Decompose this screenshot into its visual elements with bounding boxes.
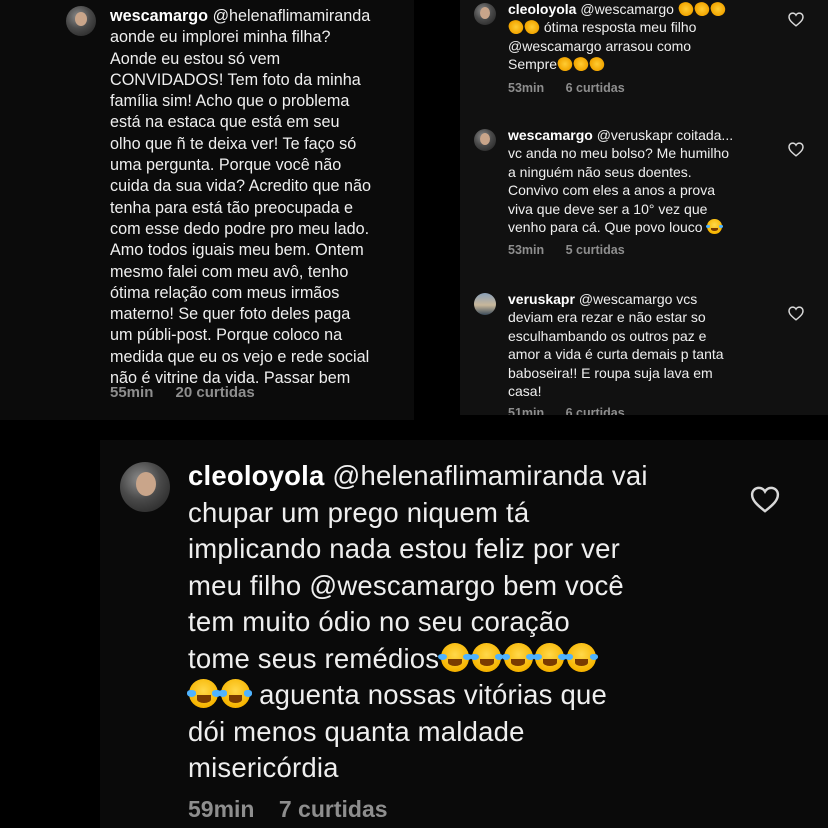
- comment-line: CONVIDADOS! Tem foto da minha: [110, 70, 361, 89]
- avatar[interactable]: [120, 462, 170, 512]
- comment-line: cuida da sua vida? Acredito que não: [110, 177, 371, 196]
- comment-panel-bottom: cleoloyola @helenaflimamiranda vai chupa…: [100, 440, 828, 828]
- like-heart-icon[interactable]: [788, 12, 804, 27]
- comment-body: cleoloyola @helenaflimamiranda vai chupa…: [187, 458, 708, 787]
- avatar[interactable]: [474, 293, 496, 315]
- comment-line: deviam era rezar e não estar so: [508, 309, 706, 326]
- comment-line[interactable]: @helenaflimamiranda: [213, 7, 371, 25]
- comment-line: ótima relação com meus irmãos: [110, 283, 340, 302]
- avatar[interactable]: [474, 129, 496, 151]
- comment-line: aguenta nossas vitórias que: [251, 679, 607, 710]
- face-with-tears-of-joy-icon: [564, 642, 599, 672]
- comment-time: 53min: [508, 243, 545, 257]
- clapping-hands-icon: [708, 0, 727, 18]
- comment-line: viva que deve ser a 10° vez que: [508, 200, 708, 217]
- face-with-tears-of-joy-icon: [706, 219, 723, 235]
- like-heart-icon[interactable]: [750, 486, 780, 513]
- comment-body: veruskapr @wescamargo vcs deviam era rez…: [508, 290, 790, 400]
- comment-line[interactable]: @helenaflimamiranda vai: [332, 460, 647, 491]
- face-with-tears-of-joy-icon: [218, 679, 253, 709]
- comment-body: cleoloyola @wescamargo ótima resposta me…: [507, 0, 790, 74]
- comment-meta: 59min 7 curtidas: [188, 796, 406, 823]
- comment-line: meu filho @wescamargo bem você: [188, 569, 624, 601]
- comment-line: com esse dedo podre pro meu lado.: [110, 219, 370, 238]
- comment-line[interactable]: @wescamargo vcs: [579, 291, 697, 307]
- clapping-hands-icon: [572, 54, 591, 73]
- comment-username[interactable]: wescamargo: [110, 7, 208, 25]
- comment-line: baboseira!! E roupa suja lava em: [508, 364, 713, 381]
- face-with-tears-of-joy-icon: [501, 642, 535, 672]
- comment-line: implicando nada estou feliz por ver: [188, 533, 620, 564]
- comment-line: misericórdia: [188, 752, 339, 783]
- comment-line: olho que ñ te deixa ver! Te faço só: [110, 134, 357, 153]
- clapping-hands-icon: [556, 54, 575, 73]
- comment-line[interactable]: @wescamargo: [580, 1, 674, 17]
- comment-line: família sim! Acho que o problema: [110, 92, 350, 111]
- comment-line: Convivo com eles a anos a prova: [508, 182, 715, 199]
- comment-likes[interactable]: 7 curtidas: [279, 796, 388, 822]
- comments-screenshot-collage: wescamargo @helenaflimamiranda aonde eu …: [0, 0, 828, 828]
- comment-username[interactable]: cleoloyola: [188, 460, 325, 491]
- comment-username[interactable]: wescamargo: [508, 127, 593, 143]
- face-with-tears-of-joy-icon: [187, 679, 221, 709]
- comment-line: mesmo falei com meu avô, tenho: [110, 262, 349, 281]
- clapping-hands-icon: [588, 54, 607, 73]
- face-with-tears-of-joy-icon: [469, 642, 504, 672]
- comment-body: wescamargo @veruskapr coitada... vc anda…: [508, 126, 790, 236]
- comment-meta: 51min 6 curtidas: [508, 406, 643, 415]
- comment-line: Sempre: [508, 56, 558, 73]
- comment-line[interactable]: @veruskapr coitada...: [597, 127, 733, 143]
- comment-likes[interactable]: 6 curtidas: [566, 406, 625, 415]
- comment-line: casa!: [508, 383, 542, 400]
- comment-line: tenha para está tão preocupada e: [110, 198, 354, 217]
- comment-line: tome seus remédios: [188, 642, 440, 674]
- comment-item: cleoloyola @wescamargo ótima resposta me…: [460, 0, 828, 110]
- comment-likes[interactable]: 6 curtidas: [566, 81, 625, 95]
- comment-username[interactable]: cleoloyola: [508, 1, 576, 17]
- like-heart-icon[interactable]: [788, 142, 804, 157]
- comment-line: ótima resposta meu filho: [543, 19, 697, 36]
- comment-line: @wescamargo arrasou como: [508, 37, 692, 54]
- comment-time: 55min: [110, 384, 154, 401]
- comment-line: chupar um prego niquem tá: [188, 496, 530, 528]
- comment-likes[interactable]: 5 curtidas: [566, 243, 625, 257]
- comment-item: wescamargo @veruskapr coitada... vc anda…: [460, 126, 828, 266]
- comment-meta: 55min 20 curtidas: [110, 384, 273, 401]
- comment-likes[interactable]: 20 curtidas: [176, 384, 255, 401]
- comment-line: tem muito ódio no seu coração: [188, 606, 570, 637]
- comment-line: medida que eu os vejo e rede social: [110, 347, 370, 366]
- comment-line: Aonde eu estou só vem: [110, 49, 281, 68]
- comment-meta: 53min 5 curtidas: [508, 243, 643, 257]
- comment-line: materno! Se quer foto deles paga: [110, 305, 351, 324]
- clapping-hands-icon: [507, 18, 525, 37]
- face-with-tears-of-joy-icon: [438, 642, 472, 672]
- comment-line: uma pergunta. Porque você não: [110, 156, 342, 175]
- comment-line: Amo todos iguais meu bem. Ontem: [110, 241, 364, 260]
- clapping-hands-icon: [692, 0, 711, 18]
- comment-panel-left: wescamargo @helenaflimamiranda aonde eu …: [0, 0, 414, 420]
- comment-time: 51min: [508, 406, 545, 415]
- comment-line: está na estaca que está em seu: [110, 113, 340, 132]
- comment-line: a ninguém não seus doentes.: [508, 163, 692, 180]
- comment-line: dói menos quanta maldade: [188, 715, 525, 747]
- comment-line: aonde eu implorei minha filha?: [110, 28, 331, 47]
- clapping-hands-icon: [676, 0, 695, 18]
- avatar[interactable]: [66, 6, 96, 36]
- avatar[interactable]: [474, 3, 496, 25]
- comment-username[interactable]: veruskapr: [508, 291, 575, 307]
- comment-line: amor a vida é curta demais p tanta: [508, 346, 724, 363]
- comment-line: venho para cá. Que povo louco: [508, 219, 703, 236]
- comment-item: veruskapr @wescamargo vcs deviam era rez…: [460, 290, 828, 415]
- comment-time: 59min: [188, 796, 255, 822]
- face-with-tears-of-joy-icon: [533, 642, 567, 672]
- comment-body: wescamargo @helenaflimamiranda aonde eu …: [110, 6, 410, 389]
- comment-panel-right: cleoloyola @wescamargo ótima resposta me…: [460, 0, 828, 415]
- comment-meta: 53min 6 curtidas: [508, 81, 643, 95]
- comment-line: esculhambando os outros paz e: [508, 327, 707, 344]
- clapping-hands-icon: [523, 18, 541, 37]
- comment-line: um públi-post. Porque coloco na: [110, 326, 343, 345]
- comment-line: vc anda no meu bolso? Me humilho: [508, 145, 730, 162]
- like-heart-icon[interactable]: [788, 306, 804, 321]
- comment-time: 53min: [508, 81, 545, 95]
